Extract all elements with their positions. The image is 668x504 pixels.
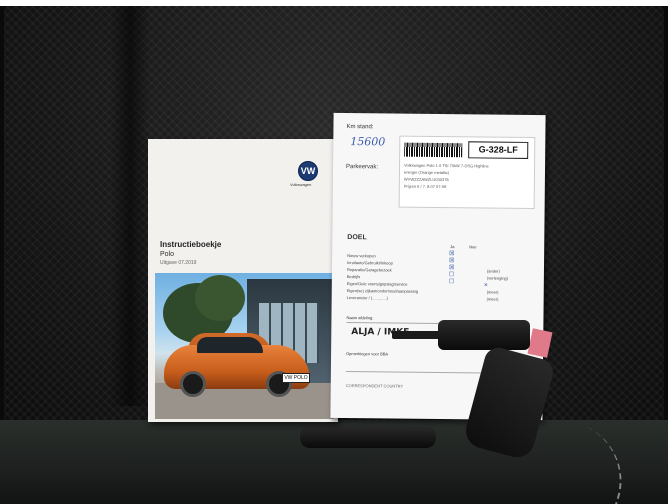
km-label: Km stand: [346,124,374,131]
car-key [438,320,530,350]
column-yes: Ja [450,244,455,250]
manual-model: Polo [160,251,175,258]
extra-option: (ander) [486,268,500,274]
purpose-row: Reparatie/Garagebezoek [346,267,392,273]
sticker-line: WVWZZZAWZLU030378 [403,176,449,183]
purpose-row: Leverancier / (.............) [346,295,389,301]
parking-label: Parkeervak: [346,164,379,171]
name-label: Naam afdeling: [346,315,374,321]
registration-number: G-328-LF [468,141,529,159]
purpose-row: Eigen/Gele voertuigopslag/service [346,281,408,287]
tree [195,275,245,321]
owners-manual: VW Volkswagen Instructieboekje Polo Uitg… [148,139,338,422]
extra-option: (verlenging) [486,275,509,281]
extra-option: (meer) [486,289,499,295]
cross-mark-icon: ✕ [483,282,489,289]
car-window [197,337,263,353]
doel-heading: DOEL [347,234,367,242]
sticker-line: Volkswagen Polo 1.0 TSI 70kW 7-DSG Highl… [404,162,489,169]
sticker-line: energie (Orange metallic) [403,169,450,176]
key-blade [392,331,440,339]
manual-edition: Uitgave 07.2019 [160,260,197,266]
column-no: Nee [469,244,477,250]
brand-name: Volkswagen [290,182,312,187]
purpose-row: Bedrijfs [346,274,361,280]
check-mark-icon: ☒ [448,265,455,272]
remarks-label: Opmerkingen voor BBA [346,351,389,357]
extra-option: (meer) [486,296,499,302]
seat-fold-shadow [110,6,150,406]
manual-title: Instructieboekje [160,240,222,249]
photo-scene: VW Volkswagen Instructieboekje Polo Uitg… [0,0,668,504]
car-wheel [180,371,206,397]
sticker-line: Prijzen 6 / 7, 8.07 07-09 [403,183,447,190]
seat-handle [300,426,436,448]
purpose-row: Eigen(se) zijkant/onderhoud/aanpassing [346,288,419,294]
footer-label: CORRESPONDENT COUNTRY [345,383,404,389]
barcode-icon [404,142,463,158]
checkbox-icon: ☐ [448,272,455,279]
vehicle-sticker: G-328-LF Volkswagen Polo 1.0 TSI 70kW 7-… [398,135,536,210]
check-mark-icon: ☒ [449,258,455,265]
purpose-row: Nieuw verkopen [347,253,376,259]
manual-cover-photo: VW POLO [155,273,334,419]
purpose-row: Inruilauto/Gebruikt/Inkoop [347,260,393,266]
km-value: 15600 [350,135,386,149]
license-plate: VW POLO [282,373,310,383]
check-mark-icon: ☒ [449,251,455,258]
checkbox-icon: ☐ [448,279,455,286]
vw-logo-icon: VW [298,161,318,181]
